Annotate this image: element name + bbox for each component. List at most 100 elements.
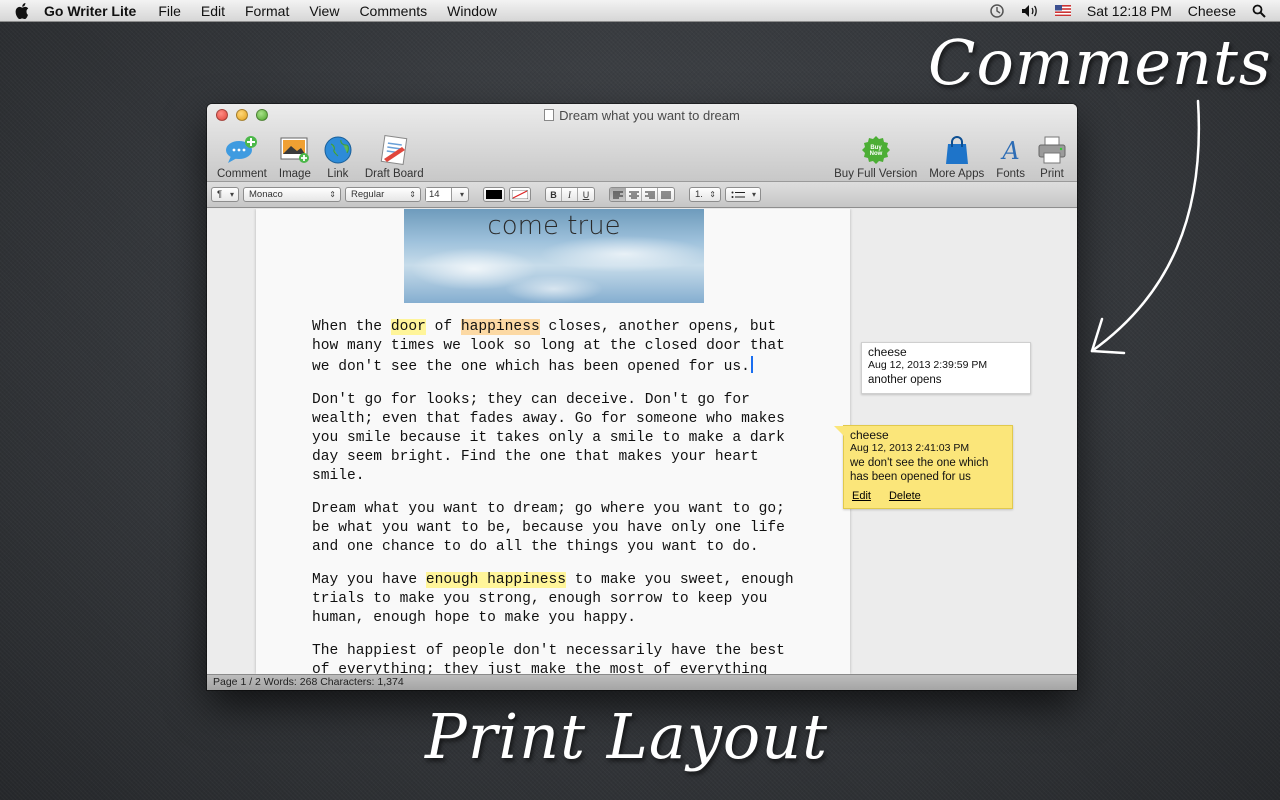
text-run[interactable]: The happiest of people don't necessarily…	[312, 643, 785, 674]
document-icon	[544, 109, 555, 121]
draft-board-label: Draft Board	[364, 168, 424, 180]
edit-comment-link[interactable]: Edit	[852, 490, 871, 502]
comment-text: we don't see the one which has been open…	[850, 457, 989, 483]
text-run[interactable]: Dream what you want to dream; go where y…	[312, 501, 785, 555]
font-style-value: Regular	[351, 189, 385, 200]
no-color-icon	[512, 190, 528, 199]
paragraph[interactable]: May you have enough happiness to make yo…	[312, 571, 802, 628]
highlighted-text[interactable]: door	[390, 319, 426, 335]
line-spacing-popup[interactable]: 1. ⇕	[689, 187, 721, 202]
shopping-bag-icon	[944, 135, 970, 165]
text-caret	[750, 356, 753, 373]
bullet-list-icon	[731, 191, 745, 198]
font-style-popup[interactable]: Regular ⇕	[345, 187, 421, 202]
document-content-area[interactable]: come true When the door of happiness clo…	[207, 209, 1077, 674]
italic-button[interactable]: I	[562, 188, 578, 201]
buy-full-version-button[interactable]: Buy Now Buy Full Version	[828, 130, 923, 180]
status-bar: Page 1 / 2 Words: 268 Characters: 1,374	[207, 674, 1077, 690]
text-style-buttons: B I U	[545, 187, 595, 202]
sky-image[interactable]: come true	[404, 209, 704, 303]
comment-actions: Edit Delete	[850, 490, 1006, 502]
delete-comment-link[interactable]: Delete	[889, 490, 921, 502]
print-page[interactable]: come true When the door of happiness clo…	[256, 209, 850, 674]
link-button[interactable]: Link	[317, 130, 359, 180]
bold-button[interactable]: B	[546, 188, 562, 201]
list-style-popup[interactable]: ▾	[725, 187, 761, 202]
image-icon	[279, 135, 311, 165]
alignment-buttons	[609, 187, 675, 202]
menubar-clock[interactable]: Sat 12:18 PM	[1087, 3, 1172, 19]
menubar-user[interactable]: Cheese	[1188, 3, 1236, 19]
menu-format[interactable]: Format	[245, 3, 289, 19]
paragraph[interactable]: The happiest of people don't necessarily…	[312, 642, 802, 674]
comment-label: Comment	[217, 168, 267, 180]
text-run[interactable]: of	[426, 319, 461, 335]
print-button[interactable]: Print	[1031, 130, 1073, 180]
printer-icon	[1037, 135, 1067, 165]
fonts-icon: A	[999, 135, 1023, 165]
paragraph[interactable]: When the door of happiness closes, anoth…	[312, 318, 802, 377]
stepper-arrows-icon: ⇕	[709, 190, 716, 199]
justify-button[interactable]	[658, 188, 674, 201]
align-right-button[interactable]	[642, 188, 658, 201]
us-flag-icon[interactable]	[1054, 5, 1071, 16]
print-label: Print	[1040, 168, 1064, 180]
more-apps-label: More Apps	[929, 168, 985, 180]
curved-arrow-icon	[1090, 99, 1201, 355]
menu-window[interactable]: Window	[447, 3, 497, 19]
buy-full-version-label: Buy Full Version	[834, 168, 918, 180]
buy-now-badge-icon: Buy Now	[861, 135, 891, 165]
draft-board-button[interactable]: Draft Board	[359, 130, 430, 180]
comment-card[interactable]: cheese Aug 12, 2013 2:39:59 PM another ope…	[861, 342, 1031, 394]
image-button[interactable]: Image	[273, 130, 317, 180]
time-machine-icon[interactable]	[989, 3, 1005, 19]
volume-icon[interactable]	[1021, 4, 1039, 18]
draft-board-icon	[378, 135, 410, 165]
text-color-well[interactable]	[483, 187, 505, 202]
menu-file[interactable]: File	[158, 3, 181, 19]
font-size-value[interactable]: 14	[426, 188, 452, 201]
document-body[interactable]: When the door of happiness closes, anoth…	[312, 318, 802, 674]
stepper-arrows-icon: ⇕	[409, 190, 416, 199]
paragraph[interactable]: Dream what you want to dream; go where y…	[312, 500, 802, 557]
window-titlebar: Dream what you want to dream Comment Ima…	[207, 104, 1077, 182]
menu-comments[interactable]: Comments	[359, 3, 427, 19]
align-center-button[interactable]	[626, 188, 642, 201]
menu-view[interactable]: View	[309, 3, 339, 19]
font-family-popup[interactable]: Monaco ⇕	[243, 187, 341, 202]
stepper-arrows-icon: ⇕	[329, 190, 336, 199]
highlighted-text[interactable]: enough happiness	[425, 572, 566, 588]
comment-button[interactable]: Comment	[211, 130, 273, 180]
app-menu[interactable]: Go Writer Lite	[44, 3, 136, 19]
toolbar: Comment Image Link Draft Board Buy Now B…	[207, 130, 1077, 180]
window-title: Dream what you want to dream	[207, 108, 1077, 123]
apple-icon[interactable]	[0, 2, 44, 19]
text-run[interactable]: Don't go for looks; they can deceive. Do…	[312, 392, 785, 484]
document-window: Dream what you want to dream Comment Ima…	[207, 104, 1077, 690]
comment-date: Aug 12, 2013 2:41:03 PM	[850, 442, 970, 454]
highlight-color-well[interactable]	[509, 187, 531, 202]
comment-card-active[interactable]: cheese Aug 12, 2013 2:41:03 PM we don't se…	[834, 425, 1013, 509]
popup-arrow-icon: ▾	[229, 190, 234, 199]
fonts-button[interactable]: A Fonts	[990, 130, 1031, 180]
paragraph-symbol: ¶	[217, 189, 223, 200]
text-color-swatch	[486, 190, 502, 199]
list-number-value: 1.	[695, 189, 703, 200]
underline-button[interactable]: U	[578, 188, 594, 201]
spotlight-search-icon[interactable]	[1252, 4, 1266, 18]
menu-edit[interactable]: Edit	[201, 3, 225, 19]
comment-text: another opens	[868, 374, 942, 386]
align-left-button[interactable]	[610, 188, 626, 201]
font-size-combo[interactable]: 14 ▾	[425, 187, 469, 202]
globe-link-icon	[323, 135, 353, 165]
comment-date: Aug 12, 2013 2:39:59 PM	[868, 359, 988, 371]
paragraph[interactable]: Don't go for looks; they can deceive. Do…	[312, 391, 802, 486]
text-run[interactable]: May you have	[312, 572, 426, 588]
commented-text[interactable]: happiness	[460, 319, 540, 335]
text-run[interactable]: When the	[312, 319, 391, 335]
justify-icon	[661, 191, 671, 198]
buy-badge-text-2: Now	[869, 151, 882, 157]
paragraph-style-popup[interactable]: ¶ ▾	[211, 187, 239, 202]
comment-author: cheese	[868, 345, 907, 359]
more-apps-button[interactable]: More Apps	[923, 130, 990, 180]
